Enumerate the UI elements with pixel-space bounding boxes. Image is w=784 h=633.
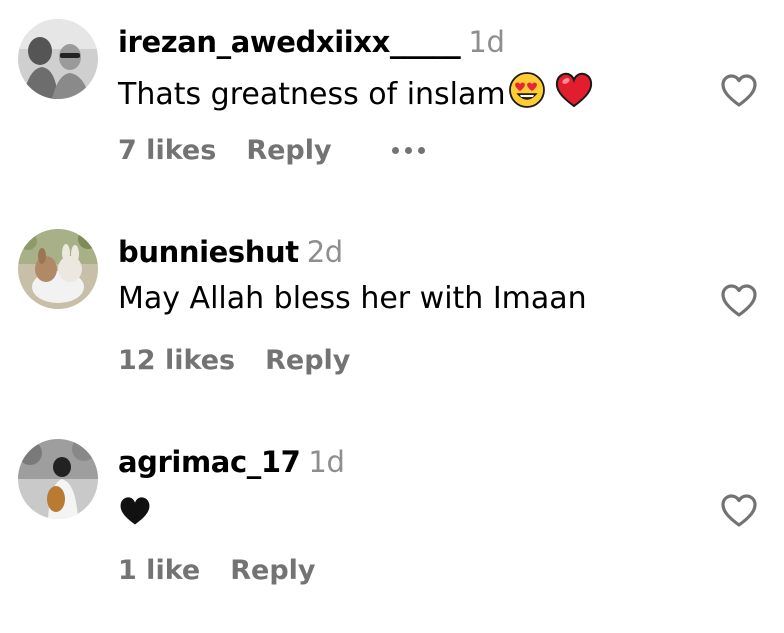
comment-username[interactable]: irezan_awedxiixx_____ 1d [118,25,505,59]
username-text[interactable]: irezan_awedxiixx_____ [118,25,461,59]
comment-meta: 12 likes Reply [118,345,350,376]
comment-item: irezan_awedxiixx_____ 1d Thats greatness … [0,0,784,200]
comment-username[interactable]: agrimac_17 1d [118,445,345,479]
comment-text: Thats greatness of inslam [118,71,594,117]
heart-outline-icon[interactable] [719,491,759,531]
heart-outline-icon[interactable] [719,71,759,111]
comment-meta: 1 like Reply [118,555,316,586]
avatar[interactable] [18,19,98,99]
reply-button[interactable]: Reply [230,555,315,586]
heart-outline-icon[interactable] [719,281,759,321]
comment-item: bunnieshut 2d May Allah bless her with Im… [0,210,784,410]
comment-username[interactable]: bunnieshut 2d [118,235,343,269]
comment-meta: 7 likes Reply [118,135,425,166]
comment-text-content: May Allah bless her with Imaan [118,281,587,316]
avatar[interactable] [18,439,98,519]
red-heart-emoji [554,71,594,117]
likes-count[interactable]: 7 likes [118,135,216,166]
comment-age: 1d [308,445,345,479]
comment-age: 1d [468,25,505,59]
heart-eyes-emoji [508,71,546,117]
comment-age: 2d [306,235,343,269]
likes-count[interactable]: 12 likes [118,345,235,376]
comment-item: agrimac_17 1d 1 like Reply [0,420,784,620]
more-options-icon[interactable] [391,141,425,161]
username-text[interactable]: agrimac_17 [118,445,301,479]
comment-text [118,491,152,535]
reply-button[interactable]: Reply [246,135,331,166]
username-text[interactable]: bunnieshut [118,235,299,269]
reply-button[interactable]: Reply [265,345,350,376]
comment-text: May Allah bless her with Imaan [118,281,587,316]
likes-count[interactable]: 1 like [118,555,200,586]
black-heart-emoji [118,495,152,535]
avatar[interactable] [18,229,98,309]
comment-text-content: Thats greatness of inslam [118,76,506,112]
